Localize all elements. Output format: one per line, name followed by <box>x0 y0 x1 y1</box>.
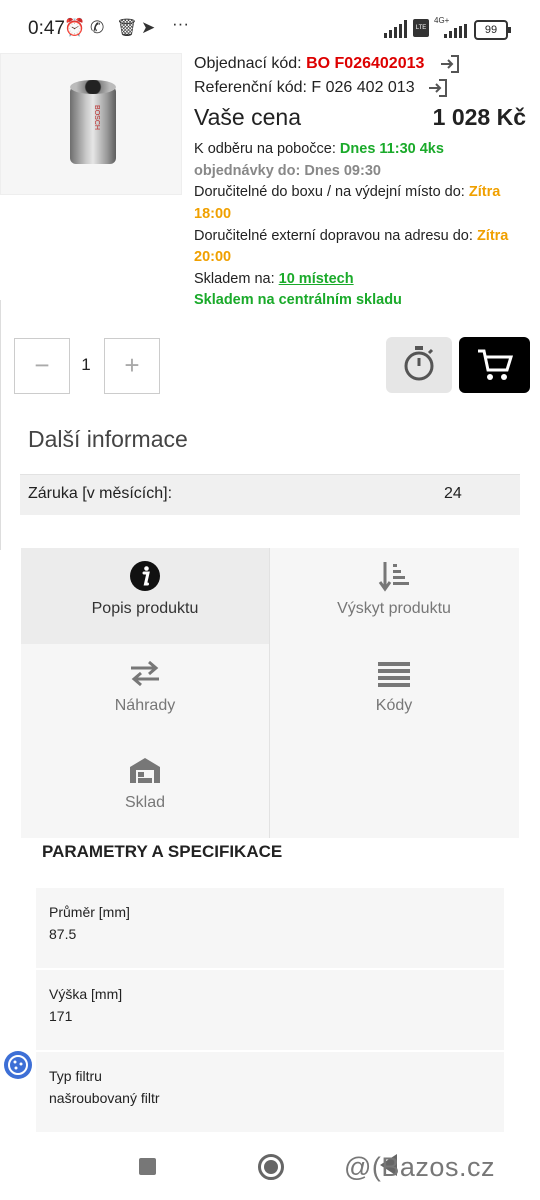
quantity-increase-button[interactable]: + <box>104 338 160 394</box>
external-delivery-value-time: 20:00 <box>194 249 232 265</box>
pickup-label: K odběru na pobočce: <box>194 141 336 157</box>
central-stock: Skladem na centrálním skladu <box>194 292 402 308</box>
order-code: BO F026402013 <box>306 55 425 72</box>
price-value: 1 028 Kč <box>432 104 526 130</box>
price-label: Vaše cena <box>194 104 301 130</box>
watchdog-button[interactable] <box>386 337 452 393</box>
lte-badge: LTE <box>413 19 429 37</box>
box-delivery-value-time: 18:00 <box>194 206 232 222</box>
tab-warehouse[interactable]: Sklad <box>21 742 269 838</box>
external-delivery-label: Doručitelné externí dopravou na adresu d… <box>194 228 473 244</box>
add-to-cart-button[interactable] <box>459 337 530 393</box>
swap-icon <box>131 660 159 687</box>
cookie-icon <box>8 1055 28 1075</box>
home-button[interactable] <box>258 1154 284 1180</box>
warranty-label: Záruka [v měsících]: <box>28 485 173 502</box>
copy-code-icon[interactable] <box>440 55 460 73</box>
specs-title: PARAMETRY A SPECIFIKACE <box>42 842 283 861</box>
stock-line: Skladem na: 10 místech <box>194 271 354 287</box>
external-delivery-line: Doručitelné externí dopravou na adresu d… <box>194 228 508 244</box>
tab-label: Náhrady <box>114 697 176 714</box>
more-info-title: Další informace <box>28 426 188 452</box>
stock-locations-link[interactable]: 10 místech <box>279 271 354 287</box>
warranty-row: Záruka [v měsících]: 24 <box>20 474 520 515</box>
info-icon <box>130 561 160 591</box>
signal-icon-2 <box>444 24 468 38</box>
spec-name: Výška [mm] <box>49 986 123 1002</box>
order-code-label: Objednací kód: <box>194 55 302 72</box>
tab-codes[interactable]: Kódy <box>270 645 518 741</box>
list-icon <box>378 662 410 687</box>
spec-row: Typ filtru našroubovaný filtr <box>36 1052 504 1132</box>
spec-value: 87.5 <box>49 926 77 942</box>
telegram-icon: ➤ <box>141 18 156 37</box>
warranty-value: 24 <box>444 485 462 502</box>
order-deadline: objednávky do: Dnes 09:30 <box>194 163 381 179</box>
tab-divider <box>269 548 270 838</box>
watermark: @(Bazos.cz <box>344 1152 495 1182</box>
copy-ref-icon[interactable] <box>428 79 448 97</box>
sort-icon <box>378 562 409 592</box>
tab-description[interactable]: Popis produktu <box>21 548 269 644</box>
quantity-input[interactable]: 1 <box>72 355 100 375</box>
cart-icon <box>478 349 513 380</box>
tab-label: Popis produktu <box>91 600 199 617</box>
more-icon: ··· <box>172 14 189 33</box>
pickup-line: K odběru na pobočce: Dnes 11:30 4ks <box>194 141 444 157</box>
quantity-decrease-button[interactable]: − <box>14 338 70 394</box>
trash-icon: 🗑 <box>116 18 138 37</box>
tab-label: Výskyt produktu <box>337 600 451 617</box>
cookie-settings-button[interactable] <box>4 1051 32 1079</box>
fuel-filter-top <box>70 80 116 94</box>
tab-occurrence[interactable]: Výskyt produktu <box>270 548 518 644</box>
spec-name: Průměr [mm] <box>49 904 130 920</box>
viber-icon: ✆ <box>90 18 105 37</box>
alarm-icon: ⏰ <box>64 18 86 37</box>
spec-value: našroubovaný filtr <box>49 1090 160 1106</box>
brand-logo: BOSCH <box>92 105 100 130</box>
battery-icon: 99 <box>474 20 511 40</box>
product-tabs: Popis produktu Výskyt produktu Náhrady K… <box>21 548 519 838</box>
external-delivery-value-day: Zítra <box>476 228 509 244</box>
spec-row: Výška [mm] 171 <box>36 970 504 1050</box>
divider <box>0 300 1 550</box>
box-delivery-line: Doručitelné do boxu / na výdejní místo d… <box>194 184 500 200</box>
spec-name: Typ filtru <box>49 1068 102 1084</box>
pickup-value: Dnes 11:30 4ks <box>339 141 444 157</box>
recent-apps-button[interactable] <box>139 1158 156 1175</box>
signal-icon <box>384 20 410 38</box>
status-time: 0:47 <box>28 18 65 39</box>
tab-label: Kódy <box>375 697 413 714</box>
tab-label: Sklad <box>124 794 166 811</box>
status-bar: 0:47 ⏰ ✆ 🗑 ➤ ··· LTE 4G+ 99 <box>0 0 540 58</box>
spec-value: 171 <box>49 1008 73 1024</box>
spec-row: Průměr [mm] 87.5 <box>36 888 504 968</box>
tab-replacements[interactable]: Náhrady <box>21 645 269 741</box>
warehouse-icon <box>130 758 160 783</box>
box-delivery-value-day: Zítra <box>468 184 501 200</box>
ref-code: F 026 402 013 <box>311 79 415 96</box>
stopwatch-icon <box>404 346 434 381</box>
box-delivery-label: Doručitelné do boxu / na výdejní místo d… <box>194 184 465 200</box>
stock-label: Skladem na: <box>194 271 275 287</box>
ref-code-label: Referenční kód: <box>194 79 307 96</box>
ref-code-line: Referenční kód: F 026 402 013 <box>194 79 415 97</box>
order-code-line: Objednací kód: BO F026402013 <box>194 55 424 73</box>
